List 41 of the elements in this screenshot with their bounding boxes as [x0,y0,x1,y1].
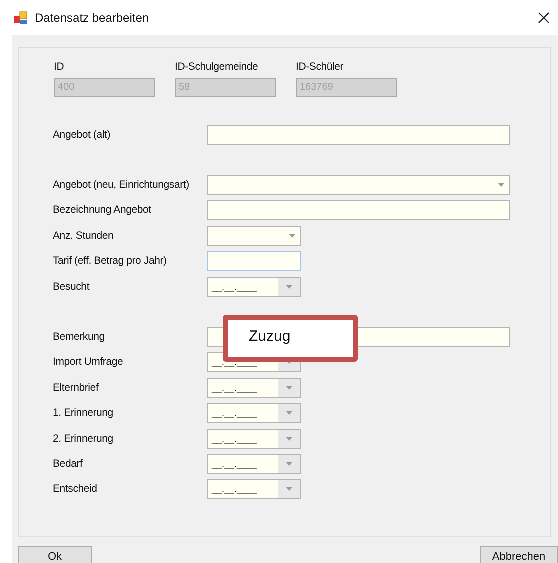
callout-tooltip: Zuzug [223,315,358,362]
dropdown-arrow-icon [288,234,296,238]
window-title: Datensatz bearbeiten [35,10,150,24]
date-picker[interactable]: __.__.____ [207,378,301,398]
field-label: Bedarf [53,458,84,470]
dropdown-arrow-icon [286,284,292,289]
dropdown-arrow-icon [286,487,292,492]
field-label: 1. Erinnerung [53,407,114,420]
date-picker[interactable]: __.__.____ [207,479,301,500]
field-label: Angebot (neu, Einrichtungsart) [53,179,190,192]
date-picker[interactable]: __.__.____ [207,403,301,424]
field-label: Import Umfrage [53,356,124,368]
close-icon[interactable] [538,12,550,24]
field-label: 2. Erinnerung [53,432,114,445]
field-label: ID-Schulgemeinde [175,61,260,73]
field-label: Angebot (alt) [53,128,112,141]
field-label: ID [54,61,66,73]
field-label: Bezeichnung Angebot [53,204,152,216]
text-field[interactable] [207,200,510,220]
field-label: Anz. Stunden [53,230,115,242]
date-picker[interactable]: __.__.____ [207,428,301,449]
date-picker[interactable]: __.__.____ [207,454,301,474]
dropdown-arrow-icon [286,411,292,416]
dropdown-arrow-icon [498,183,504,188]
dropdown-arrow-icon [286,386,292,390]
field-label: Tarif (eff. Betrag pro Jahr) [53,255,168,268]
text-field[interactable] [207,124,510,145]
cancel-button[interactable]: Abbrechen [480,546,558,563]
app-icon [14,10,28,24]
field-label: ID-Schüler [296,61,345,73]
date-picker[interactable]: __.__.____ [207,276,301,297]
field-label: Besucht [53,280,91,293]
field-label: Elternbrief [53,382,100,394]
field-label: Bemerkung [53,331,106,344]
dropdown-field[interactable] [207,175,510,196]
dropdown-arrow-icon [286,462,292,466]
dropdown-field[interactable] [207,226,301,246]
text-field[interactable] [207,251,301,272]
dropdown-arrow-icon [286,436,292,441]
ok-button[interactable]: Ok [18,546,92,563]
field-label: Entscheid [53,483,98,496]
